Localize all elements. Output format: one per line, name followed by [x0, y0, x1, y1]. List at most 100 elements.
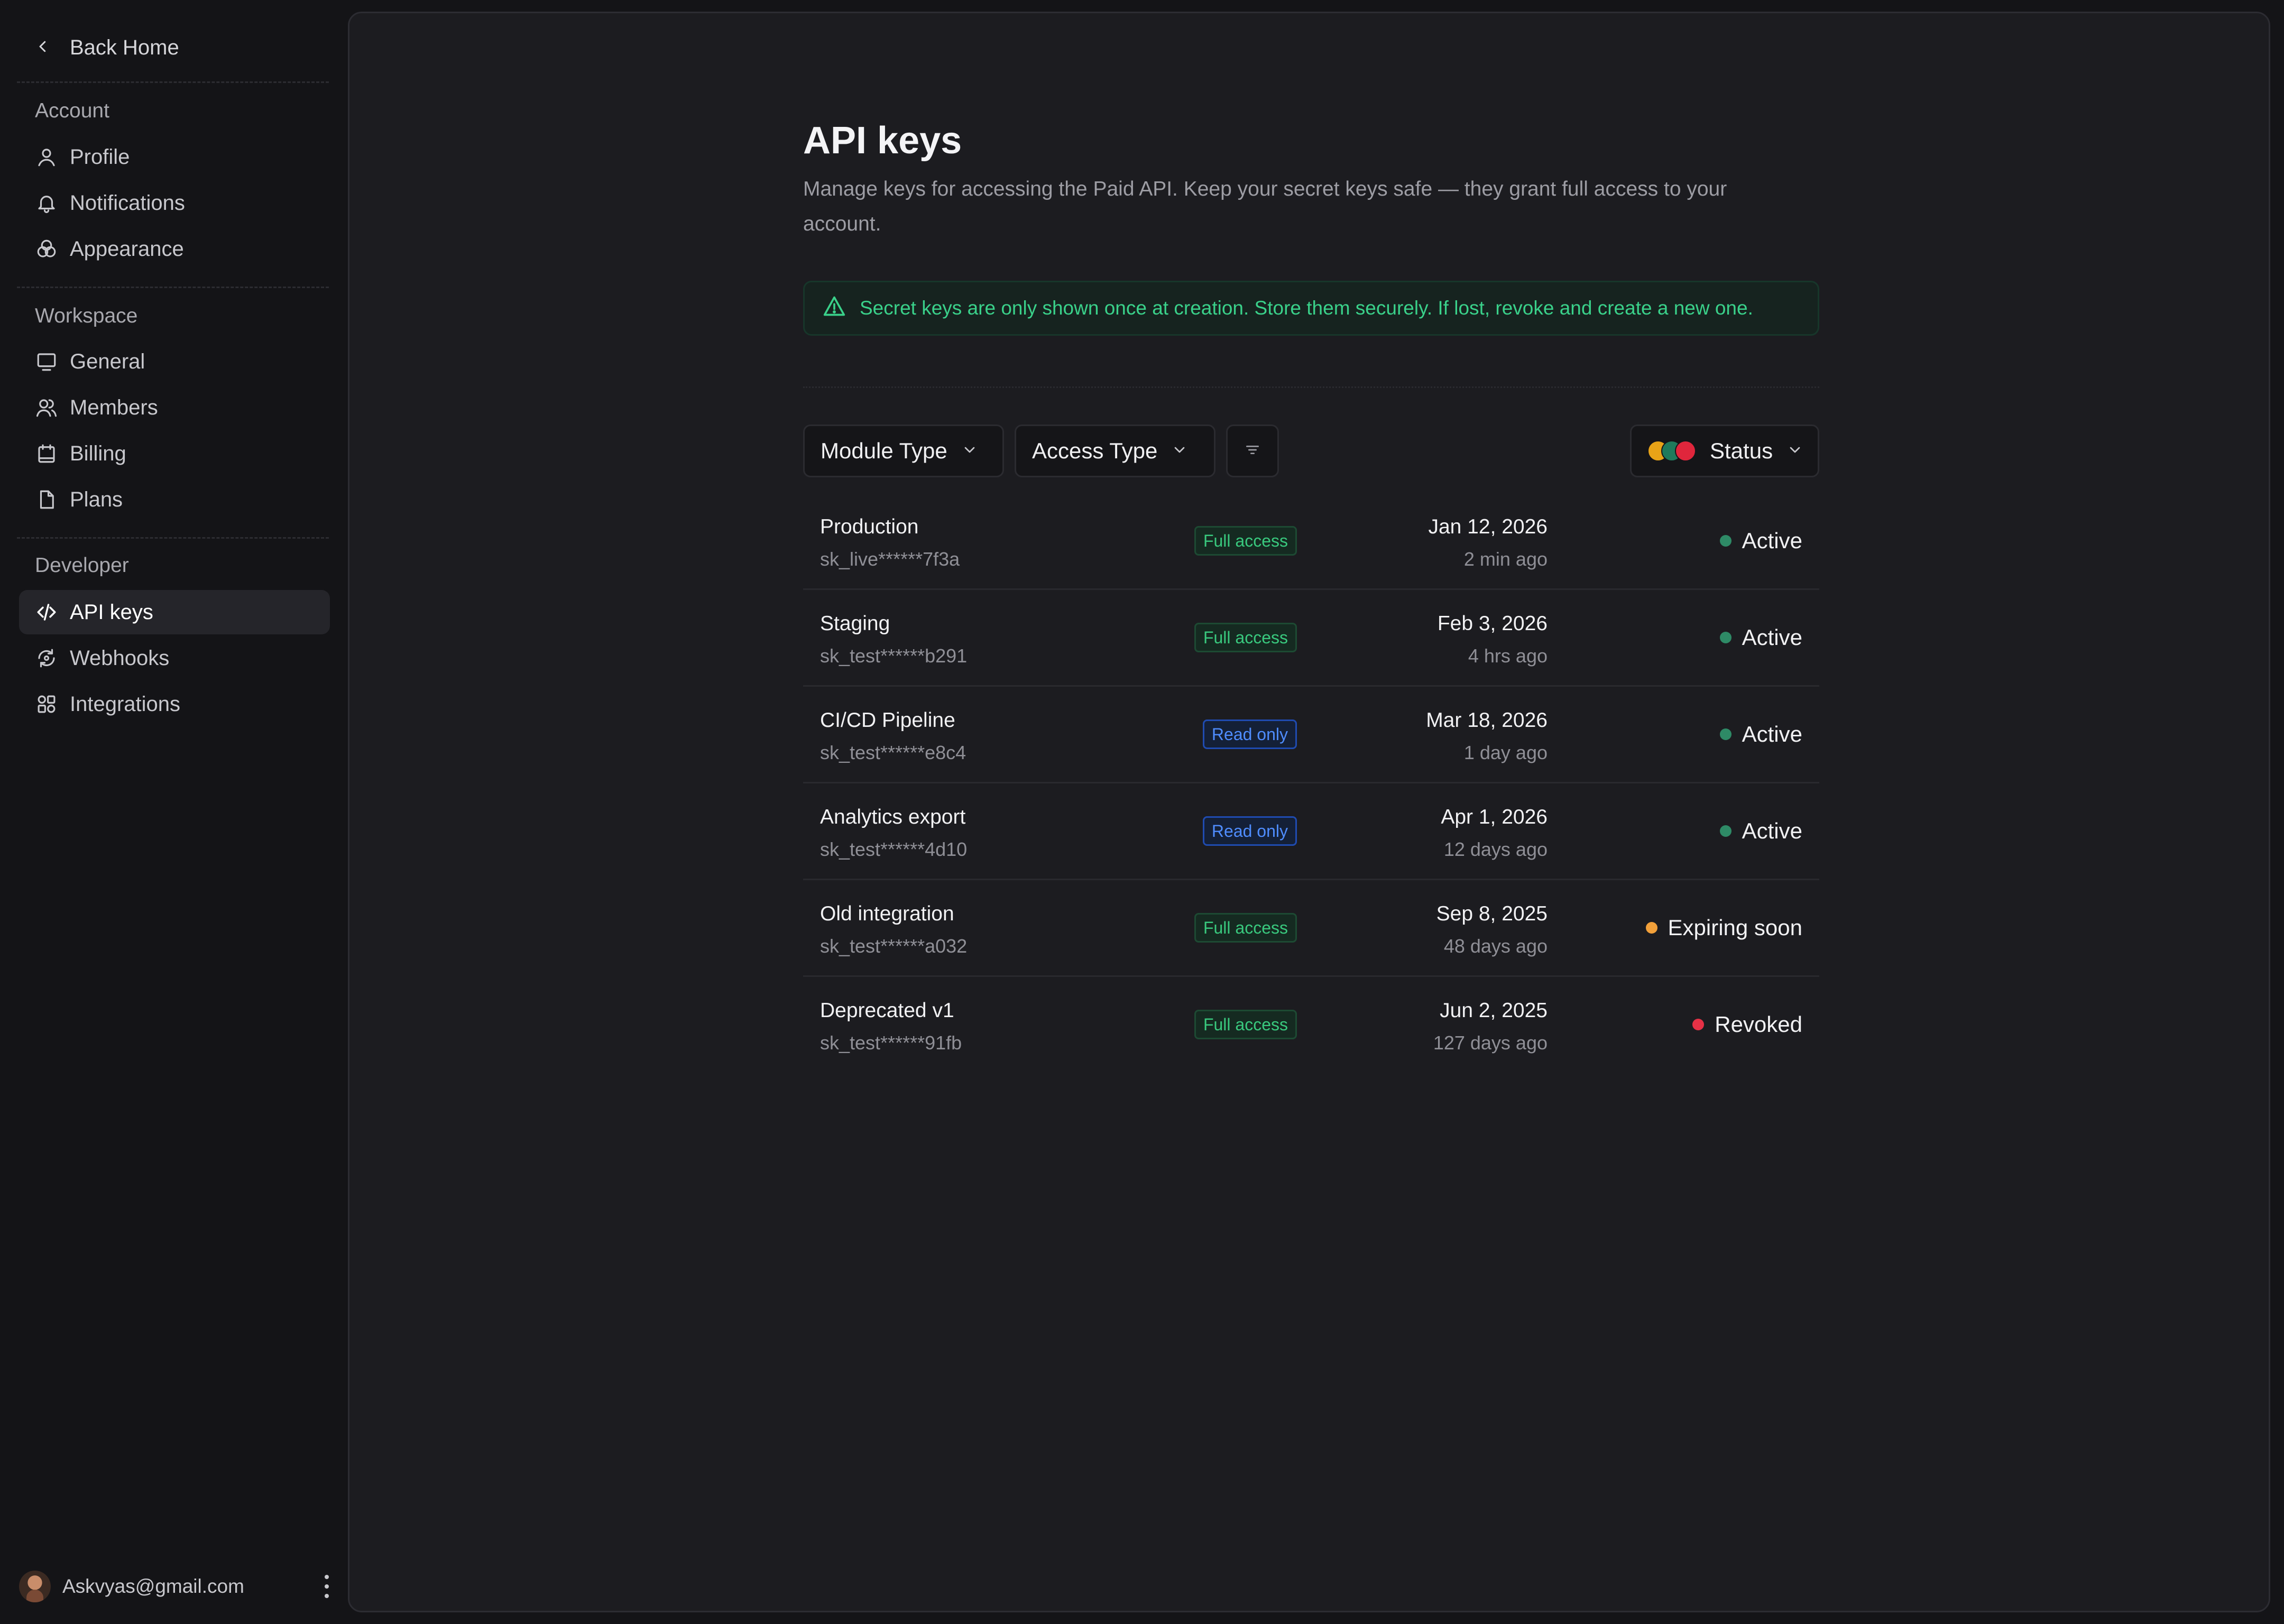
created-date: Apr 1, 2026	[1441, 806, 1548, 828]
status-text: Active	[1742, 528, 1802, 553]
chevron-down-icon	[961, 438, 978, 464]
status-indicator: Active	[1719, 625, 1802, 650]
key-id: sk_test******a032	[820, 935, 968, 957]
created-date: Mar 18, 2026	[1426, 709, 1548, 732]
status-dot	[1719, 728, 1732, 740]
key-name: Deprecated v1	[820, 999, 954, 1022]
sidebar-item-api-keys[interactable]: API keys	[19, 590, 330, 634]
divider	[803, 386, 1819, 388]
created-date: Jun 2, 2025	[1440, 999, 1548, 1022]
filter-lines-icon	[1244, 438, 1261, 464]
key-id: sk_test******b291	[820, 645, 968, 667]
code-icon	[35, 601, 58, 624]
access-badge: Full access	[1194, 623, 1297, 652]
last-used: 48 days ago	[1443, 935, 1548, 957]
user-icon	[35, 145, 58, 169]
chevron-left-icon	[35, 36, 51, 60]
key-id: sk_live******7f3a	[820, 548, 960, 570]
created-date: Jan 12, 2026	[1428, 515, 1548, 538]
bell-icon	[35, 191, 58, 215]
api-key-row[interactable]: Production sk_live******7f3a Full access…	[803, 493, 1819, 590]
status-dot	[1645, 922, 1657, 934]
api-key-list: Production sk_live******7f3a Full access…	[803, 493, 1819, 1074]
more-vertical-icon[interactable]	[321, 1575, 332, 1598]
status-dot	[1719, 632, 1732, 643]
section-label-account: Account	[35, 99, 109, 122]
user-account[interactable]: Askvyas@gmail.com	[19, 1568, 336, 1605]
divider	[17, 537, 329, 539]
status-indicator: Active	[1719, 722, 1802, 747]
filter-button[interactable]	[1226, 425, 1279, 477]
status-indicator: Revoked	[1692, 1012, 1802, 1037]
alert-text: Secret keys are only shown once at creat…	[860, 297, 1753, 319]
sidebar: Back Home Account Profile Notifications …	[0, 0, 349, 1624]
sidebar-item-label: Webhooks	[70, 646, 170, 670]
page-title: API keys	[803, 119, 962, 162]
monitor-icon	[35, 350, 58, 373]
module-type-dropdown[interactable]: Module Type	[803, 425, 1004, 477]
status-text: Active	[1742, 818, 1802, 843]
main-panel: API keys Manage keys for accessing the P…	[348, 12, 2270, 1612]
sidebar-item-plans[interactable]: Plans	[19, 477, 330, 522]
key-id: sk_test******e8c4	[820, 742, 966, 763]
created-date: Sep 8, 2025	[1436, 902, 1548, 925]
status-dot-revoked	[1675, 440, 1696, 462]
sidebar-item-label: Integrations	[70, 692, 181, 716]
back-home-link[interactable]: Back Home	[35, 32, 179, 63]
status-text: Active	[1742, 625, 1802, 650]
sidebar-item-billing[interactable]: Billing	[19, 431, 330, 476]
file-icon	[35, 488, 58, 511]
section-label-workspace: Workspace	[35, 304, 138, 327]
section-label-developer: Developer	[35, 554, 129, 577]
api-key-row[interactable]: Old integration sk_test******a032 Full a…	[803, 880, 1819, 977]
sidebar-item-label: Plans	[70, 487, 123, 511]
module-type-label: Module Type	[821, 438, 947, 463]
sidebar-item-label: General	[70, 349, 145, 373]
access-type-label: Access Type	[1032, 438, 1158, 463]
access-type-dropdown[interactable]: Access Type	[1015, 425, 1215, 477]
status-label: Status	[1710, 438, 1773, 463]
sidebar-item-appearance[interactable]: Appearance	[19, 227, 330, 271]
sidebar-item-label: Members	[70, 395, 158, 419]
last-used: 1 day ago	[1463, 742, 1548, 763]
user-email: Askvyas@gmail.com	[62, 1575, 244, 1597]
page-description: Manage keys for accessing the Paid API. …	[803, 178, 1727, 235]
back-home-label: Back Home	[70, 35, 179, 59]
sidebar-item-integrations[interactable]: Integrations	[19, 682, 330, 726]
key-name: Staging	[820, 612, 890, 635]
sidebar-item-label: Profile	[70, 145, 130, 169]
users-icon	[35, 396, 58, 419]
status-text: Expiring soon	[1668, 915, 1802, 940]
sidebar-item-members[interactable]: Members	[19, 385, 330, 430]
status-text: Revoked	[1715, 1012, 1802, 1037]
status-dropdown[interactable]: Status	[1630, 425, 1819, 477]
access-badge: Full access	[1194, 526, 1297, 556]
api-key-row[interactable]: Deprecated v1 sk_test******91fb Full acc…	[803, 977, 1819, 1074]
secret-key-alert: Secret keys are only shown once at creat…	[803, 281, 1819, 336]
divider	[17, 287, 329, 288]
palette-icon	[35, 237, 58, 261]
api-key-row[interactable]: Staging sk_test******b291 Full access Fe…	[803, 590, 1819, 687]
status-color-dots	[1647, 440, 1696, 462]
sidebar-item-general[interactable]: General	[19, 339, 330, 384]
warning-triangle-icon	[823, 294, 846, 322]
key-name: Production	[820, 515, 919, 538]
sidebar-item-label: Billing	[70, 441, 126, 465]
status-dot	[1719, 535, 1732, 547]
access-badge: Full access	[1194, 913, 1297, 943]
sidebar-item-label: API keys	[70, 600, 153, 624]
created-date: Feb 3, 2026	[1437, 612, 1548, 635]
last-used: 12 days ago	[1443, 838, 1548, 860]
api-key-row[interactable]: Analytics export sk_test******4d10 Read …	[803, 783, 1819, 880]
chevron-down-icon	[1786, 438, 1803, 464]
api-key-row[interactable]: CI/CD Pipeline sk_test******e8c4 Read on…	[803, 687, 1819, 783]
last-used: 2 min ago	[1463, 548, 1548, 570]
sidebar-item-notifications[interactable]: Notifications	[19, 181, 330, 225]
divider	[17, 81, 329, 83]
status-text: Active	[1742, 722, 1802, 746]
access-badge: Full access	[1194, 1010, 1297, 1039]
sidebar-item-profile[interactable]: Profile	[19, 135, 330, 179]
status-indicator: Active	[1719, 528, 1802, 553]
sidebar-item-webhooks[interactable]: Webhooks	[19, 636, 330, 680]
key-name: Old integration	[820, 902, 954, 925]
